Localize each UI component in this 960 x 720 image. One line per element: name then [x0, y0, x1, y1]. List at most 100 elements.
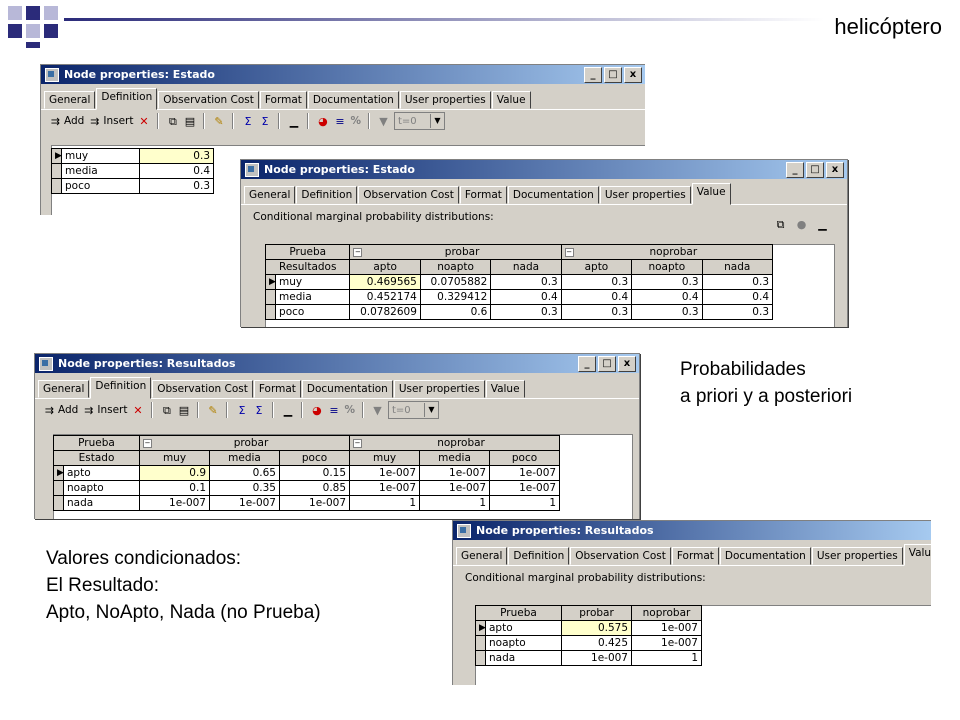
wizard-icon[interactable]: ✎ — [206, 404, 219, 417]
value-cell[interactable]: 1e-007 — [349, 465, 421, 481]
title-bar[interactable]: Node properties: Resultados _ □ x — [35, 354, 639, 373]
tab-user-properties[interactable]: User properties — [811, 547, 903, 565]
collapse-icon[interactable]: − — [353, 248, 363, 257]
delete-button[interactable]: ✕ — [137, 115, 150, 128]
value-cell[interactable]: 1e-007 — [561, 650, 632, 666]
value-cell[interactable]: 0.4 — [701, 289, 774, 305]
filter-icon[interactable]: ▼ — [371, 404, 384, 417]
tab-observation-cost[interactable]: Observation Cost — [152, 380, 253, 398]
complement-icon[interactable]: Σ — [258, 115, 271, 128]
value-cell[interactable]: 0.425 — [561, 635, 632, 651]
pie-chart-icon[interactable]: ◕ — [316, 115, 329, 128]
parent-state-group[interactable]: − probar — [349, 244, 562, 260]
time-combo[interactable]: t=0 ▼ — [388, 401, 439, 419]
add-button[interactable]: ⇉ Add — [43, 404, 78, 417]
value-cell[interactable]: 0.3 — [560, 304, 633, 320]
value-cell[interactable]: 0.4 — [631, 289, 703, 305]
wizard-icon[interactable]: ✎ — [212, 115, 225, 128]
copy-icon[interactable]: ⧉ — [774, 218, 787, 231]
close-button[interactable]: x — [624, 67, 642, 83]
value-cell[interactable]: 0.3 — [490, 304, 562, 320]
tab-format[interactable]: Format — [259, 91, 307, 109]
value-cell[interactable]: 1 — [631, 650, 702, 666]
tab-definition[interactable]: Definition — [96, 88, 158, 110]
tab-observation-cost[interactable]: Observation Cost — [570, 547, 671, 565]
tab-documentation[interactable]: Documentation — [301, 380, 393, 398]
value-cell[interactable]: 0.9 — [139, 465, 210, 481]
tab-general[interactable]: General — [456, 547, 508, 565]
collapse-icon[interactable]: − — [564, 248, 574, 257]
discretize-icon[interactable]: ▁ — [281, 404, 294, 417]
dot-icon[interactable]: ● — [795, 218, 808, 231]
value-cell[interactable]: 0.575 — [561, 620, 632, 636]
tab-user-properties[interactable]: User properties — [393, 380, 485, 398]
value-cell[interactable]: 0.65 — [209, 465, 280, 481]
maximize-button[interactable]: □ — [598, 356, 616, 372]
value-cell[interactable]: 0.452174 — [349, 289, 421, 305]
close-button[interactable]: x — [826, 162, 844, 178]
discretize-icon[interactable]: ▁ — [816, 218, 829, 231]
paste-icon[interactable]: ▤ — [177, 404, 190, 417]
value-cell[interactable]: 1e-007 — [209, 495, 280, 511]
value-cell[interactable]: 1e-007 — [631, 620, 702, 636]
tab-format[interactable]: Format — [671, 547, 719, 565]
collapse-icon[interactable]: − — [143, 439, 152, 448]
value-cell[interactable]: 0.3 — [490, 274, 562, 290]
probability-cell[interactable]: 0.4 — [139, 163, 214, 179]
bar-chart-icon[interactable]: ≡ — [327, 404, 340, 417]
tab-observation-cost[interactable]: Observation Cost — [158, 91, 259, 109]
value-cell[interactable]: 0.469565 — [349, 274, 421, 290]
tab-user-properties[interactable]: User properties — [399, 91, 491, 109]
value-cell[interactable]: 0.3 — [631, 274, 703, 290]
tab-value[interactable]: Value — [491, 91, 531, 109]
tab-documentation[interactable]: Documentation — [719, 547, 811, 565]
title-bar[interactable]: Node properties: Estado _ □ x — [41, 65, 645, 84]
time-combo[interactable]: t=0 ▼ — [394, 112, 445, 130]
probability-cell[interactable]: 0.3 — [139, 178, 214, 194]
value-cell[interactable]: 1e-007 — [489, 480, 561, 496]
value-cell[interactable]: 0.0705882 — [419, 274, 492, 290]
title-bar[interactable]: Node properties: Estado _ □ x — [241, 160, 847, 179]
insert-button[interactable]: ⇉ Insert — [82, 404, 127, 417]
parent-state-group[interactable]: − noprobar — [560, 244, 774, 260]
value-cell[interactable]: 1e-007 — [489, 465, 561, 481]
value-cell[interactable]: 0.35 — [209, 480, 280, 496]
maximize-button[interactable]: □ — [604, 67, 622, 83]
copy-icon[interactable]: ⧉ — [166, 115, 179, 128]
value-cell[interactable]: 0.329412 — [419, 289, 492, 305]
parent-state-group[interactable]: − noprobar — [349, 435, 561, 451]
value-cell[interactable]: 0.3 — [701, 304, 774, 320]
value-cell[interactable]: 1e-007 — [419, 480, 491, 496]
insert-button[interactable]: ⇉ Insert — [88, 115, 133, 128]
tab-value[interactable]: Value — [903, 544, 931, 566]
value-cell[interactable]: 0.3 — [701, 274, 774, 290]
copy-icon[interactable]: ⧉ — [160, 404, 173, 417]
tab-documentation[interactable]: Documentation — [507, 186, 599, 204]
complement-icon[interactable]: Σ — [252, 404, 265, 417]
minimize-button[interactable]: _ — [584, 67, 602, 83]
value-cell[interactable]: 0.1 — [139, 480, 210, 496]
close-button[interactable]: x — [618, 356, 636, 372]
probability-cell[interactable]: 0.3 — [139, 148, 214, 164]
tab-definition[interactable]: Definition — [296, 186, 358, 204]
value-cell[interactable]: 1e-007 — [631, 635, 702, 651]
value-cell[interactable]: 0.4 — [490, 289, 562, 305]
tab-value[interactable]: Value — [691, 183, 731, 205]
value-cell[interactable]: 1e-007 — [349, 480, 421, 496]
tab-definition[interactable]: Definition — [508, 547, 570, 565]
tab-format[interactable]: Format — [459, 186, 507, 204]
value-cell[interactable]: 0.15 — [278, 465, 351, 481]
bar-chart-icon[interactable]: ≡ — [333, 115, 346, 128]
tab-observation-cost[interactable]: Observation Cost — [358, 186, 459, 204]
tab-general[interactable]: General — [244, 186, 296, 204]
value-cell[interactable]: 1 — [419, 495, 491, 511]
tab-format[interactable]: Format — [253, 380, 301, 398]
percent-button[interactable]: % — [344, 404, 355, 416]
normalize-icon[interactable]: Σ — [241, 115, 254, 128]
minimize-button[interactable]: _ — [578, 356, 596, 372]
node-properties-window-resultados-value[interactable]: Node properties: Resultados General Defi… — [452, 520, 931, 685]
value-cell[interactable]: 0.3 — [560, 274, 633, 290]
tab-general[interactable]: General — [44, 91, 96, 109]
value-cell[interactable]: 0.6 — [419, 304, 492, 320]
node-properties-window-estado-value[interactable]: Node properties: Estado _ □ x General De… — [240, 159, 848, 327]
